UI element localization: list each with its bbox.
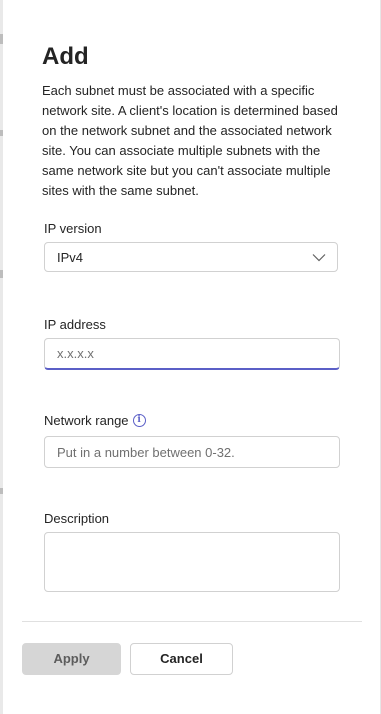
chevron-down-icon <box>312 254 326 262</box>
network-range-input[interactable] <box>44 436 340 468</box>
network-range-label-text: Network range <box>44 413 129 428</box>
footer-divider <box>22 621 362 622</box>
ip-address-input[interactable] <box>44 338 340 370</box>
cancel-button[interactable]: Cancel <box>130 643 233 675</box>
edge-mark <box>0 34 3 44</box>
edge-mark <box>0 488 3 494</box>
left-edge-border <box>0 0 3 714</box>
edge-mark <box>0 270 3 278</box>
panel-description: Each subnet must be associated with a sp… <box>42 83 338 198</box>
add-subnet-panel: Add Each subnet must be associated with … <box>0 0 381 714</box>
ip-version-selected-value: IPv4 <box>57 250 84 265</box>
ip-address-label: IP address <box>44 317 106 332</box>
page-title: Add <box>42 43 89 70</box>
description-label: Description <box>44 511 110 526</box>
ip-version-label: IP version <box>44 221 102 236</box>
apply-button[interactable]: Apply <box>22 643 121 675</box>
description-textarea[interactable] <box>44 532 340 592</box>
info-icon[interactable]: i <box>132 414 146 428</box>
ip-version-dropdown[interactable]: IPv4 <box>44 242 338 272</box>
edge-mark <box>0 130 3 136</box>
network-range-label: Network range i <box>44 412 146 430</box>
